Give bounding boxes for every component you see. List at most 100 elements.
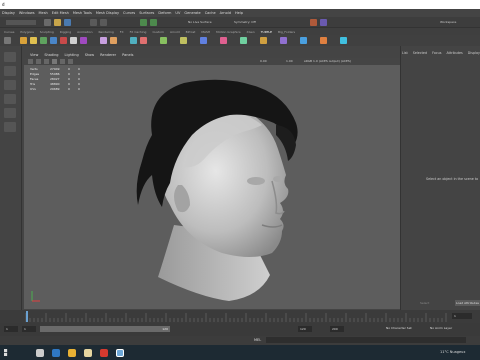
- shelf-tab-curves[interactable]: Curves: [4, 30, 14, 34]
- move-tool-icon[interactable]: [4, 94, 16, 104]
- anim-layer-dropdown[interactable]: No Anim Layer: [430, 326, 452, 330]
- combine-icon[interactable]: [100, 37, 107, 44]
- smooth-icon[interactable]: [200, 37, 207, 44]
- vp-menu-panels[interactable]: Panels: [122, 53, 133, 57]
- workspace-dropdown[interactable]: Workspace: [440, 20, 456, 24]
- multi-cut-icon[interactable]: [180, 37, 187, 44]
- shelf-tab-motion-graphics[interactable]: Motion Graphics: [216, 30, 240, 34]
- vp-menu-show[interactable]: Show: [85, 53, 94, 57]
- range-bar[interactable]: 120: [40, 326, 170, 332]
- playback-end-field[interactable]: 200: [330, 326, 344, 332]
- search-icon[interactable]: [36, 349, 44, 357]
- sculpt-icon[interactable]: [300, 37, 307, 44]
- current-frame-field[interactable]: 1: [452, 313, 472, 319]
- menu-windows[interactable]: Windows: [19, 11, 35, 15]
- shelf-settings-icon[interactable]: [4, 37, 11, 44]
- colorspace-dropdown[interactable]: sRGB 1.0 (ACES output) (ACES): [304, 59, 351, 63]
- shelf-tab-sculpting[interactable]: Sculpting: [40, 30, 54, 34]
- file-explorer-icon[interactable]: [84, 349, 92, 357]
- select-button[interactable]: Select: [420, 301, 429, 305]
- smooth-shade-icon[interactable]: [52, 59, 57, 64]
- shelf-tab-rigging[interactable]: Rigging: [60, 30, 71, 34]
- cone-icon[interactable]: [50, 37, 57, 44]
- live-surface-label[interactable]: No Live Surface: [188, 20, 212, 24]
- far-clip-field[interactable]: 1.00: [286, 59, 293, 63]
- shelf-tab-arnold[interactable]: Arnold: [170, 30, 180, 34]
- new-scene-icon[interactable]: [44, 19, 51, 26]
- snap-curve-icon[interactable]: [150, 19, 157, 26]
- shelf-tab-animation[interactable]: Animation: [77, 30, 92, 34]
- current-frame-marker[interactable]: [26, 311, 28, 322]
- mel-label[interactable]: MEL: [254, 338, 261, 342]
- menu-mesh[interactable]: Mesh: [39, 11, 48, 15]
- snap-grid-icon[interactable]: [140, 19, 147, 26]
- shelf-tab-mash[interactable]: MASH: [201, 30, 210, 34]
- menu-uv[interactable]: UV: [175, 11, 180, 15]
- vp-menu-lighting[interactable]: Lighting: [65, 53, 79, 57]
- command-input[interactable]: [266, 337, 466, 343]
- start-icon[interactable]: [4, 349, 8, 356]
- shelf-tab-custom[interactable]: Custom: [152, 30, 164, 34]
- cylinder-icon[interactable]: [40, 37, 47, 44]
- ae-tab-focus[interactable]: Focus: [432, 51, 441, 55]
- ae-tab-selected[interactable]: Selected: [413, 51, 427, 55]
- lasso-tool-icon[interactable]: [4, 66, 16, 76]
- snap-together-icon[interactable]: [280, 37, 287, 44]
- 3d-viewport[interactable]: [24, 65, 400, 309]
- sphere-icon[interactable]: [20, 37, 27, 44]
- vp-menu-renderer[interactable]: Renderer: [100, 53, 116, 57]
- edge-browser-icon[interactable]: [52, 349, 60, 357]
- select-by-hierarchy-icon[interactable]: [90, 19, 97, 26]
- menu-arnold[interactable]: Arnold: [220, 11, 231, 15]
- menu-display[interactable]: Display: [2, 11, 15, 15]
- wireframe-icon[interactable]: [44, 59, 49, 64]
- weather-widget[interactable]: 11°C Nuageux: [440, 350, 465, 354]
- start-frame-field[interactable]: 1: [4, 326, 18, 332]
- paint-select-icon[interactable]: [4, 80, 16, 90]
- textured-icon[interactable]: [60, 59, 65, 64]
- scale-tool-icon[interactable]: [4, 122, 16, 132]
- extrude-icon[interactable]: [130, 37, 137, 44]
- grid-icon[interactable]: [36, 59, 41, 64]
- maya-taskbar-icon[interactable]: [116, 349, 124, 357]
- bridge-icon[interactable]: [160, 37, 167, 44]
- open-scene-icon[interactable]: [54, 19, 61, 26]
- select-tool-icon[interactable]: [4, 52, 16, 62]
- ae-tab-display[interactable]: Display: [468, 51, 480, 55]
- uv-editor-icon[interactable]: [260, 37, 267, 44]
- mode-dropdown[interactable]: [6, 20, 36, 25]
- shelf-tab-fx[interactable]: FX: [120, 30, 124, 34]
- mirror-icon[interactable]: [220, 37, 227, 44]
- time-slider[interactable]: 1: [0, 310, 480, 323]
- shelf-tab-fx-caching[interactable]: FX Caching: [130, 30, 147, 34]
- vp-menu-shading[interactable]: Shading: [44, 53, 58, 57]
- disc-icon[interactable]: [80, 37, 87, 44]
- menu-surfaces[interactable]: Surfaces: [139, 11, 154, 15]
- shelf-tab-turtle[interactable]: TURTLE: [261, 30, 272, 34]
- save-scene-icon[interactable]: [64, 19, 71, 26]
- menu-mesh-display[interactable]: Mesh Display: [96, 11, 119, 15]
- character-set-dropdown[interactable]: No Character Set: [386, 326, 412, 330]
- texture-icon[interactable]: [320, 37, 327, 44]
- menu-curves[interactable]: Curves: [123, 11, 135, 15]
- lattice-icon[interactable]: [340, 37, 347, 44]
- menu-edit-mesh[interactable]: Edit Mesh: [52, 11, 69, 15]
- near-clip-field[interactable]: 0.00: [260, 59, 267, 63]
- chrome-icon[interactable]: [68, 349, 76, 357]
- shelf-tab-big-folders[interactable]: Big_Folders: [278, 30, 295, 34]
- select-by-object-icon[interactable]: [100, 19, 107, 26]
- vp-menu-view[interactable]: View: [30, 53, 38, 57]
- rotate-tool-icon[interactable]: [4, 108, 16, 118]
- menu-mesh-tools[interactable]: Mesh Tools: [73, 11, 92, 15]
- shelf-tab-polygons[interactable]: Polygons: [20, 30, 33, 34]
- range-start-field[interactable]: 1: [22, 326, 36, 332]
- shelf-tab-bifrost[interactable]: Bifrost: [186, 30, 196, 34]
- bevel-icon[interactable]: [140, 37, 147, 44]
- lights-icon[interactable]: [68, 59, 73, 64]
- cube-icon[interactable]: [30, 37, 37, 44]
- ipr-render-icon[interactable]: [320, 19, 327, 26]
- ae-tab-attributes[interactable]: Attributes: [446, 51, 462, 55]
- menu-cache[interactable]: Cache: [205, 11, 216, 15]
- menu-deform[interactable]: Deform: [158, 11, 171, 15]
- boolean-icon[interactable]: [240, 37, 247, 44]
